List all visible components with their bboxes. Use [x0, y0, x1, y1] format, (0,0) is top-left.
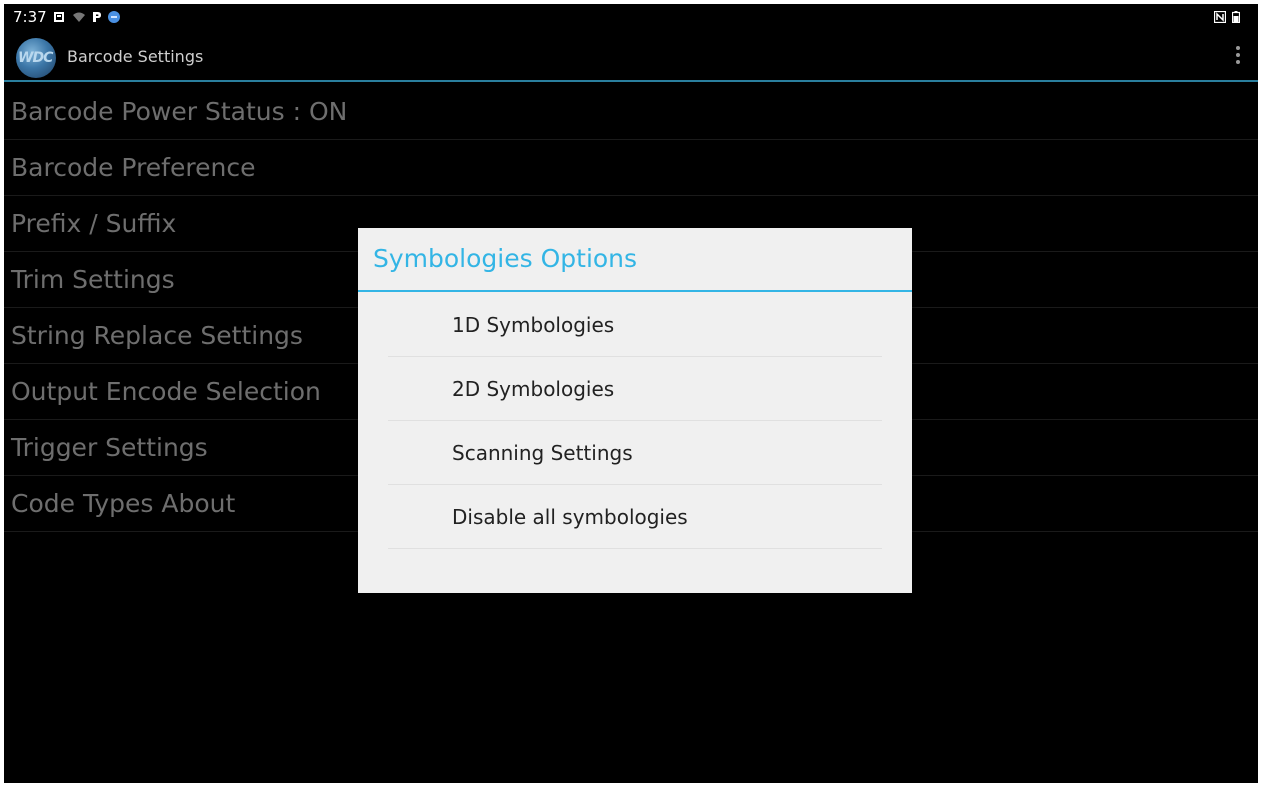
device-screen: 7:37 WDC Barcode Settings Barcode Power …	[4, 4, 1258, 783]
action-bar: WDC Barcode Settings	[4, 32, 1258, 82]
status-time: 7:37	[13, 8, 47, 26]
parking-icon	[93, 12, 101, 22]
app-logo-text: WDC	[18, 50, 53, 66]
settings-item-label: Barcode Power Status : ON	[11, 97, 348, 126]
option-label: 2D Symbologies	[452, 376, 615, 401]
settings-item-barcode-preference[interactable]: Barcode Preference	[4, 140, 1258, 196]
option-label: 1D Symbologies	[452, 312, 615, 337]
overflow-menu-icon[interactable]	[1234, 46, 1242, 70]
page-title: Barcode Settings	[67, 47, 204, 66]
dialog-title-divider	[358, 290, 912, 292]
battery-icon	[1232, 11, 1240, 23]
wifi-icon	[73, 12, 85, 22]
dialog-title: Symbologies Options	[373, 244, 638, 273]
settings-item-label: Barcode Preference	[11, 153, 256, 182]
dialog-options-list: 1D Symbologies 2D Symbologies Scanning S…	[388, 293, 882, 549]
option-2d-symbologies[interactable]: 2D Symbologies	[388, 357, 882, 421]
settings-item-label: Output Encode Selection	[11, 377, 321, 406]
symbologies-options-dialog: Symbologies Options 1D Symbologies 2D Sy…	[358, 228, 912, 593]
option-1d-symbologies[interactable]: 1D Symbologies	[388, 293, 882, 357]
app-badge-icon	[108, 11, 120, 23]
option-label: Scanning Settings	[452, 440, 633, 465]
option-label: Disable all symbologies	[452, 504, 688, 529]
status-bar: 7:37	[4, 4, 1258, 32]
settings-item-label: String Replace Settings	[11, 321, 303, 350]
nfc-icon	[1214, 11, 1226, 23]
settings-item-label: Code Types About	[11, 489, 236, 518]
app-logo[interactable]: WDC	[16, 38, 56, 78]
option-disable-all-symbologies[interactable]: Disable all symbologies	[388, 485, 882, 549]
settings-item-label: Trim Settings	[11, 265, 175, 294]
settings-item-label: Trigger Settings	[11, 433, 208, 462]
notification-icon	[54, 12, 64, 22]
settings-item-label: Prefix / Suffix	[11, 209, 177, 238]
option-scanning-settings[interactable]: Scanning Settings	[388, 421, 882, 485]
settings-item-barcode-power-status[interactable]: Barcode Power Status : ON	[4, 84, 1258, 140]
